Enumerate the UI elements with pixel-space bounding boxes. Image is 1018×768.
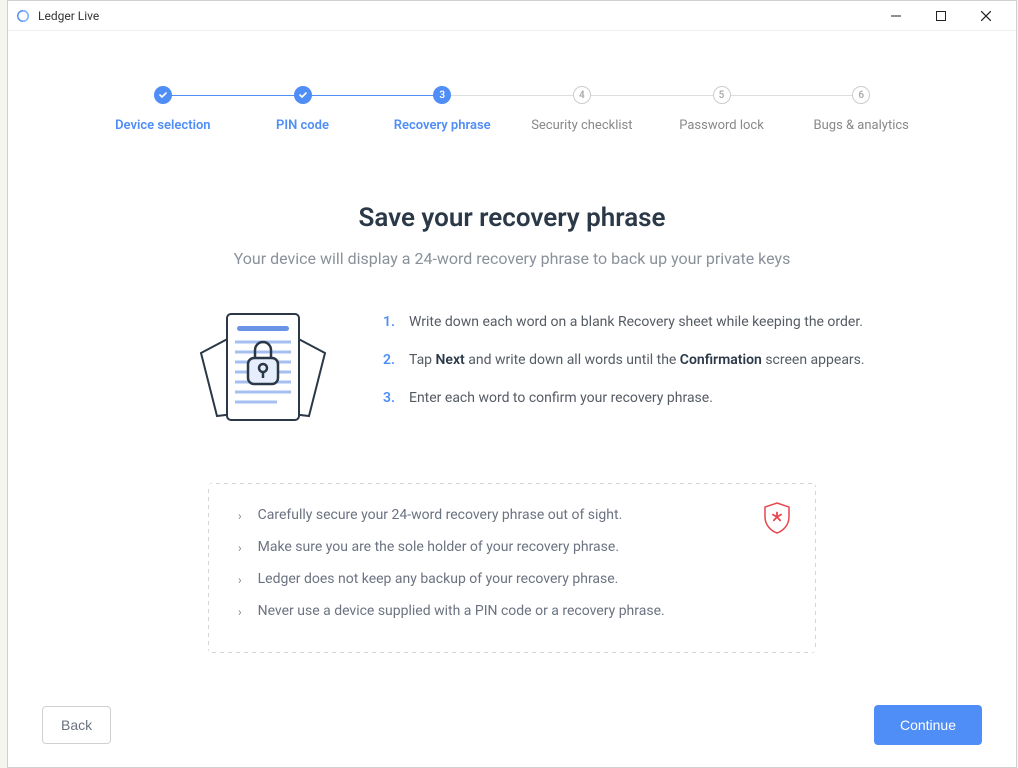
maximize-button[interactable]	[918, 2, 963, 30]
warning-text: Make sure you are the sole holder of you…	[258, 539, 619, 555]
content-area: Device selection PIN code 3 Recovery phr…	[8, 31, 1016, 767]
step-label: Password lock	[679, 118, 764, 133]
stepper: Device selection PIN code 3 Recovery phr…	[8, 31, 1016, 133]
window-title: Ledger Live	[38, 9, 873, 23]
step-security-checklist: 4 Security checklist	[512, 86, 652, 133]
step-bugs-analytics: 6 Bugs & analytics	[791, 86, 931, 133]
chevron-right-icon: ›	[238, 541, 242, 555]
app-window: Ledger Live Device selection	[7, 0, 1017, 768]
instruction-number: 2.	[383, 352, 395, 368]
instruction-item: 2. Tap Next and write down all words unt…	[383, 352, 926, 368]
warning-item: › Never use a device supplied with a PIN…	[238, 603, 786, 619]
instruction-number: 3.	[383, 390, 395, 406]
step-password-lock: 5 Password lock	[652, 86, 792, 133]
check-icon	[294, 86, 312, 104]
warning-shield-icon	[762, 501, 792, 531]
step-label: Recovery phrase	[394, 118, 491, 133]
page-subtitle: Your device will display a 24-word recov…	[98, 249, 926, 268]
step-pin-code[interactable]: PIN code	[233, 86, 373, 133]
step-number: 4	[573, 86, 591, 104]
warning-text: Ledger does not keep any backup of your …	[258, 571, 619, 587]
instruction-text: Write down each word on a blank Recovery…	[409, 314, 863, 330]
warning-box: › Carefully secure your 24-word recovery…	[208, 483, 816, 653]
step-label: Bugs & analytics	[814, 118, 909, 133]
warning-item: › Carefully secure your 24-word recovery…	[238, 507, 786, 523]
warning-text: Carefully secure your 24-word recovery p…	[258, 507, 623, 523]
warning-item: › Make sure you are the sole holder of y…	[238, 539, 786, 555]
chevron-right-icon: ›	[238, 605, 242, 619]
back-button[interactable]: Back	[42, 706, 111, 744]
instruction-number: 1.	[383, 314, 395, 330]
bottom-bar: Back Continue	[8, 687, 1016, 767]
check-icon	[154, 86, 172, 104]
instruction-item: 3. Enter each word to confirm your recov…	[383, 390, 926, 406]
window-controls	[873, 2, 1008, 30]
recovery-sheet-illustration	[193, 308, 333, 433]
page-title: Save your recovery phrase	[98, 203, 926, 233]
main-content: Save your recovery phrase Your device wi…	[8, 133, 1016, 653]
instructions-row: 1. Write down each word on a blank Recov…	[98, 308, 926, 433]
instructions-list: 1. Write down each word on a blank Recov…	[383, 308, 926, 428]
warning-text: Never use a device supplied with a PIN c…	[258, 603, 665, 619]
instruction-item: 1. Write down each word on a blank Recov…	[383, 314, 926, 330]
step-number: 3	[433, 86, 451, 104]
step-recovery-phrase[interactable]: 3 Recovery phrase	[372, 86, 512, 133]
chevron-right-icon: ›	[238, 573, 242, 587]
step-label: Security checklist	[531, 118, 632, 133]
minimize-button[interactable]	[873, 2, 918, 30]
step-device-selection[interactable]: Device selection	[93, 86, 233, 133]
title-bar: Ledger Live	[8, 1, 1016, 31]
instruction-text: Tap Next and write down all words until …	[409, 352, 865, 368]
continue-button[interactable]: Continue	[874, 705, 982, 745]
close-button[interactable]	[963, 2, 1008, 30]
step-number: 5	[713, 86, 731, 104]
step-label: PIN code	[276, 118, 329, 133]
app-icon	[16, 9, 30, 23]
step-label: Device selection	[115, 118, 210, 133]
instruction-text: Enter each word to confirm your recovery…	[409, 390, 713, 406]
warning-item: › Ledger does not keep any backup of you…	[238, 571, 786, 587]
step-number: 6	[852, 86, 870, 104]
chevron-right-icon: ›	[238, 509, 242, 523]
